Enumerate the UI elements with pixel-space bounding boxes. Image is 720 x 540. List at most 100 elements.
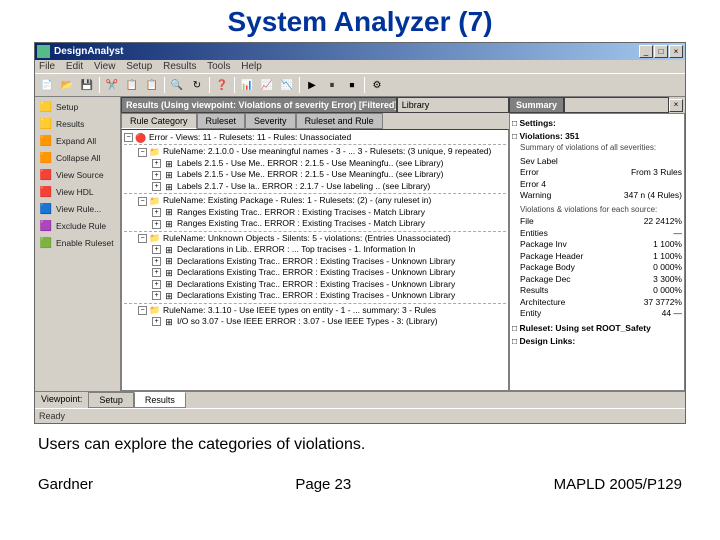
tree-row[interactable]: +⊞Labels 2.1.7 - Use la.. ERROR : 2.1.7 … bbox=[124, 181, 506, 192]
app-icon bbox=[37, 45, 50, 58]
tree-node-icon: 📁 bbox=[149, 305, 161, 316]
toolbar-button[interactable]: 📈 bbox=[258, 76, 276, 94]
menubar: File Edit View Setup Results Tools Help bbox=[35, 60, 685, 73]
tree-row[interactable]: +⊞Ranges Existing Trac.. ERROR : Existin… bbox=[124, 207, 506, 218]
expand-box-icon[interactable]: − bbox=[124, 133, 133, 142]
toolbar-button[interactable]: 📄 bbox=[38, 76, 56, 94]
settings-header: □ Settings: bbox=[512, 118, 682, 129]
footer-right: MAPLD 2005/P129 bbox=[554, 476, 682, 493]
tree-node-label: Labels 2.1.5 - Use Me.. ERROR : 2.1.5 - … bbox=[177, 169, 443, 180]
menu-item[interactable]: Help bbox=[241, 61, 262, 72]
expand-box-icon[interactable]: + bbox=[152, 159, 161, 168]
summary-row: ErrorFrom 3 Rules bbox=[520, 167, 682, 178]
expand-box-icon[interactable]: + bbox=[152, 171, 161, 180]
results-tab[interactable]: Results (Using viewpoint: Violations of … bbox=[121, 97, 397, 113]
expand-box-icon[interactable]: − bbox=[138, 306, 147, 315]
menu-item[interactable]: View bbox=[94, 61, 116, 72]
viewpoint-label: Viewpoint: bbox=[35, 392, 88, 408]
tree-row[interactable]: +⊞I/O so 3.07 - Use IEEE ERROR : 3.07 - … bbox=[124, 316, 506, 327]
menu-item[interactable]: File bbox=[39, 61, 55, 72]
maximize-button[interactable]: □ bbox=[654, 45, 668, 58]
sidebar-item[interactable]: 🟩Enable Ruleset bbox=[37, 235, 118, 251]
sidebar-item[interactable]: 🟪Exclude Rule bbox=[37, 218, 118, 234]
toolbar-button[interactable]: ⏹ bbox=[343, 76, 361, 94]
menu-item[interactable]: Tools bbox=[207, 61, 230, 72]
tree-row[interactable]: +⊞Declarations Existing Trac.. ERROR : E… bbox=[124, 256, 506, 267]
sidebar-item[interactable]: 🟦View Rule... bbox=[37, 201, 118, 217]
menu-item[interactable]: Edit bbox=[66, 61, 83, 72]
tree-node-icon: ⊞ bbox=[163, 256, 175, 267]
tree-node-label: Labels 2.1.5 - Use Me.. ERROR : 2.1.5 - … bbox=[177, 158, 443, 169]
expand-box-icon[interactable]: + bbox=[152, 317, 161, 326]
expand-box-icon[interactable]: + bbox=[152, 182, 161, 191]
tree-row[interactable]: −📁RuleName: Existing Package - Rules: 1 … bbox=[124, 195, 506, 206]
expand-box-icon[interactable]: + bbox=[152, 208, 161, 217]
tree-row[interactable]: −📁RuleName: 2.1.0.0 - Use meaningful nam… bbox=[124, 146, 506, 157]
menu-item[interactable]: Setup bbox=[126, 61, 152, 72]
expand-box-icon[interactable]: − bbox=[138, 197, 147, 206]
toolbar-button[interactable]: 💾 bbox=[78, 76, 96, 94]
tree-row[interactable]: −🔴Error - Views: 11 - Rulesets: 11 - Rul… bbox=[124, 132, 506, 143]
panel-close-icon[interactable]: × bbox=[669, 99, 683, 112]
sub-tab[interactable]: Ruleset and Rule bbox=[296, 113, 383, 129]
menu-item[interactable]: Results bbox=[163, 61, 196, 72]
ruleset-header: □ Ruleset: Using set ROOT_Safety bbox=[512, 323, 682, 334]
expand-box-icon[interactable]: − bbox=[138, 148, 147, 157]
tree-row[interactable]: −📁RuleName: 3.1.10 - Use IEEE types on e… bbox=[124, 305, 506, 316]
bottom-tab[interactable]: Setup bbox=[88, 392, 134, 408]
tree-row[interactable]: +⊞Declarations Existing Trac.. ERROR : E… bbox=[124, 267, 506, 278]
sub-tab[interactable]: Rule Category bbox=[121, 113, 197, 129]
tree-node-label: Labels 2.1.7 - Use la.. ERROR : 2.1.7 - … bbox=[177, 181, 430, 192]
summary-tab[interactable]: Summary bbox=[509, 97, 564, 113]
sub-tab[interactable]: Ruleset bbox=[197, 113, 246, 129]
library-tab[interactable]: Library bbox=[397, 97, 509, 113]
sidebar-item[interactable]: 🟧Expand All bbox=[37, 133, 118, 149]
sidebar-item[interactable]: 🟧Collapse All bbox=[37, 150, 118, 166]
tree-node-icon: ⊞ bbox=[163, 279, 175, 290]
sidebar-item[interactable]: 🟥View Source bbox=[37, 167, 118, 183]
tree-row[interactable]: +⊞Declarations in Lib.. ERROR : ... Top … bbox=[124, 244, 506, 255]
tree-row[interactable]: +⊞Labels 2.1.5 - Use Me.. ERROR : 2.1.5 … bbox=[124, 169, 506, 180]
toolbar-button[interactable]: ✂️ bbox=[103, 76, 121, 94]
tree-node-label: Declarations in Lib.. ERROR : ... Top tr… bbox=[177, 244, 415, 255]
tree-node-label: RuleName: 3.1.10 - Use IEEE types on ent… bbox=[163, 305, 436, 316]
expand-box-icon[interactable]: + bbox=[152, 257, 161, 266]
minimize-button[interactable]: _ bbox=[639, 45, 653, 58]
bottom-tab[interactable]: Results bbox=[134, 392, 186, 408]
expand-box-icon[interactable]: + bbox=[152, 280, 161, 289]
summary-row: Sev Label bbox=[520, 156, 682, 167]
tree-node-label: Declarations Existing Trac.. ERROR : Exi… bbox=[177, 290, 455, 301]
tree-row[interactable]: +⊞Declarations Existing Trac.. ERROR : E… bbox=[124, 279, 506, 290]
toolbar-button[interactable]: 📋 bbox=[143, 76, 161, 94]
toolbar-button[interactable]: 📋 bbox=[123, 76, 141, 94]
expand-box-icon[interactable]: + bbox=[152, 220, 161, 229]
sidebar-item-label: Exclude Rule bbox=[56, 221, 106, 231]
toolbar-button[interactable]: 📊 bbox=[238, 76, 256, 94]
toolbar-button[interactable]: ❓ bbox=[213, 76, 231, 94]
close-button[interactable]: × bbox=[669, 45, 683, 58]
expand-box-icon[interactable]: + bbox=[152, 291, 161, 300]
expand-box-icon[interactable]: + bbox=[152, 245, 161, 254]
sidebar-item[interactable]: 🟥View HDL bbox=[37, 184, 118, 200]
expand-box-icon[interactable]: + bbox=[152, 268, 161, 277]
toolbar-button[interactable]: ⚙ bbox=[368, 76, 386, 94]
tree-row[interactable]: −📁RuleName: Unknown Objects - Silents: 5… bbox=[124, 233, 506, 244]
sub-tab[interactable]: Severity bbox=[245, 113, 296, 129]
sidebar-item[interactable]: 🟨Setup bbox=[37, 99, 118, 115]
tree-row[interactable]: +⊞Ranges Existing Trac.. ERROR : Existin… bbox=[124, 218, 506, 229]
sidebar-item[interactable]: 🟨Results bbox=[37, 116, 118, 132]
toolbar-button[interactable]: ⏸ bbox=[323, 76, 341, 94]
tree-node-icon: ⊞ bbox=[163, 316, 175, 327]
tree-row[interactable]: +⊞Labels 2.1.5 - Use Me.. ERROR : 2.1.5 … bbox=[124, 158, 506, 169]
toolbar-button[interactable]: 🔍 bbox=[168, 76, 186, 94]
toolbar: 📄📂💾✂️📋📋🔍↻❓📊📈📉▶⏸⏹⚙ bbox=[35, 73, 685, 97]
toolbar-button[interactable]: ▶ bbox=[303, 76, 321, 94]
toolbar-button[interactable]: 📂 bbox=[58, 76, 76, 94]
tree-row[interactable]: +⊞Declarations Existing Trac.. ERROR : E… bbox=[124, 290, 506, 301]
summary-row: Package Header1 100% bbox=[520, 251, 682, 262]
toolbar-button[interactable]: 📉 bbox=[278, 76, 296, 94]
results-tree[interactable]: −🔴Error - Views: 11 - Rulesets: 11 - Rul… bbox=[121, 129, 509, 391]
expand-box-icon[interactable]: − bbox=[138, 234, 147, 243]
sidebar-item-icon: 🟩 bbox=[39, 236, 53, 250]
toolbar-button[interactable]: ↻ bbox=[188, 76, 206, 94]
